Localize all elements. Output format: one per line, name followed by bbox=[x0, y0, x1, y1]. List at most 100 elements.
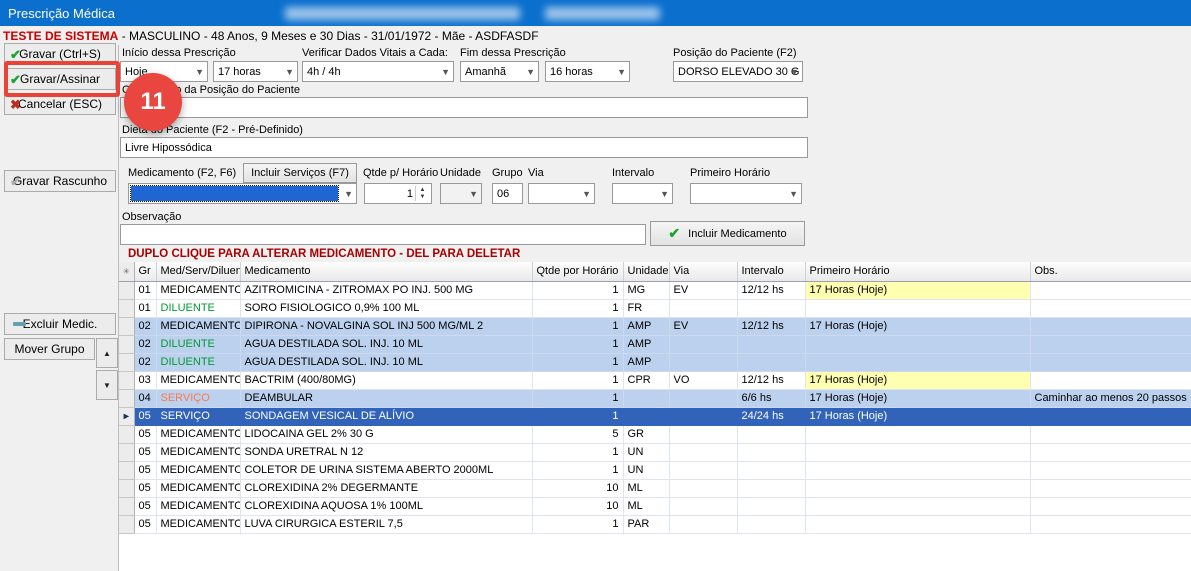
column-header-medicamento[interactable]: Medicamento bbox=[240, 262, 532, 281]
end-time-select[interactable]: 16 horas▼ bbox=[545, 61, 630, 82]
start-time-select[interactable]: 17 horas▼ bbox=[213, 61, 298, 82]
group-input[interactable]: 06 bbox=[492, 183, 523, 204]
cell-qtde: 1 bbox=[532, 443, 623, 461]
cell-primeiro_horario: 17 Horas (Hoje) bbox=[805, 317, 1030, 335]
column-header-qtde-por-horario[interactable]: Qtde por Horário bbox=[532, 262, 623, 281]
cell-primeiro_horario: 17 Horas (Hoje) bbox=[805, 281, 1030, 299]
selected-row-indicator[interactable]: ▸ bbox=[119, 407, 134, 425]
qty-per-time-label: Qtde p/ Horário bbox=[363, 167, 438, 179]
chevron-down-icon: ▼ bbox=[582, 189, 591, 199]
table-row[interactable]: 01MEDICAMENTOAZITROMICINA - ZITROMAX PO … bbox=[119, 281, 1191, 299]
route-select[interactable]: ▼ bbox=[528, 183, 595, 204]
table-row[interactable]: 04SERVIÇODEAMBULAR16/6 hs17 Horas (Hoje)… bbox=[119, 389, 1191, 407]
cell-unidade: GR bbox=[623, 425, 669, 443]
patient-position-select[interactable]: DORSO ELEVADO 30 G▼ bbox=[673, 61, 803, 82]
row-header-cell[interactable] bbox=[119, 515, 134, 533]
grid-header-row: ✳Gr▲Med/Serv/DiluenteMedicamentoQtde por… bbox=[119, 262, 1191, 281]
include-medication-button[interactable]: ✔ Incluir Medicamento bbox=[650, 221, 805, 246]
table-row[interactable]: 02MEDICAMENTODIPIRONA - NOVALGINA SOL IN… bbox=[119, 317, 1191, 335]
column-header-unidade[interactable]: Unidade bbox=[623, 262, 669, 281]
cell-intervalo bbox=[737, 497, 805, 515]
interval-select[interactable]: ▼ bbox=[612, 183, 673, 204]
move-group-down-button[interactable]: ▼ bbox=[96, 370, 118, 400]
position-observation-input[interactable] bbox=[120, 97, 808, 118]
column-header-primeiro-horario[interactable]: Primeiro Horário bbox=[805, 262, 1030, 281]
table-row[interactable]: 01DILUENTESORO FISIOLOGICO 0,9% 100 ML1F… bbox=[119, 299, 1191, 317]
include-services-label: Incluir Serviços (F7) bbox=[251, 167, 349, 179]
cell-tipo: DILUENTE bbox=[156, 353, 240, 371]
medication-select[interactable]: ▼ bbox=[128, 183, 357, 204]
cell-intervalo: 12/12 hs bbox=[737, 371, 805, 389]
cell-qtde: 1 bbox=[532, 317, 623, 335]
route-label: Via bbox=[528, 167, 544, 179]
move-group-button[interactable]: Mover Grupo bbox=[4, 338, 95, 360]
table-row[interactable]: 05MEDICAMENTOCLOREXIDINA AQUOSA 1% 100ML… bbox=[119, 497, 1191, 515]
save-draft-button-label: Gravar Rascunho bbox=[13, 174, 107, 188]
cell-via bbox=[669, 389, 737, 407]
column-header-via[interactable]: Via bbox=[669, 262, 737, 281]
cell-via bbox=[669, 443, 737, 461]
save-button[interactable]: ✔ Gravar (Ctrl+S) bbox=[4, 43, 116, 65]
patient-diet-input[interactable]: Livre Hipossódica bbox=[120, 137, 808, 158]
cell-obs bbox=[1030, 407, 1191, 425]
table-row[interactable]: 05MEDICAMENTOCOLETOR DE URINA SISTEMA AB… bbox=[119, 461, 1191, 479]
group-value: 06 bbox=[497, 188, 509, 200]
include-services-button[interactable]: Incluir Serviços (F7) bbox=[243, 163, 357, 183]
column-header-med-serv-diluente[interactable]: Med/Serv/Diluente bbox=[156, 262, 240, 281]
row-header-cell[interactable] bbox=[119, 443, 134, 461]
row-header-cell[interactable] bbox=[119, 389, 134, 407]
row-header-cell[interactable] bbox=[119, 335, 134, 353]
end-day-select[interactable]: Amanhã▼ bbox=[460, 61, 539, 82]
cell-intervalo bbox=[737, 425, 805, 443]
cell-primeiro_horario: 17 Horas (Hoje) bbox=[805, 371, 1030, 389]
unit-select[interactable]: ▼ bbox=[440, 183, 482, 204]
table-row[interactable]: 02DILUENTEAGUA DESTILADA SOL. INJ. 10 ML… bbox=[119, 353, 1191, 371]
cell-qtde: 1 bbox=[532, 407, 623, 425]
table-row[interactable]: 03MEDICAMENTOBACTRIM (400/80MG)1CPRVO12/… bbox=[119, 371, 1191, 389]
grid-hint-text: DUPLO CLIQUE PARA ALTERAR MEDICAMENTO - … bbox=[128, 248, 520, 260]
save-draft-button[interactable]: ✔ Gravar Rascunho bbox=[4, 170, 116, 192]
row-header-cell[interactable] bbox=[119, 371, 134, 389]
cell-primeiro_horario bbox=[805, 515, 1030, 533]
sidebar: ✔ Gravar (Ctrl+S) ✔ Gravar/Assinar ✖ Can… bbox=[0, 45, 119, 571]
row-header-cell[interactable] bbox=[119, 497, 134, 515]
move-group-up-button[interactable]: ▲ bbox=[96, 338, 118, 368]
row-header-cell[interactable] bbox=[119, 461, 134, 479]
cell-gr: 05 bbox=[134, 407, 156, 425]
cell-medicamento: SONDA URETRAL N 12 bbox=[240, 443, 532, 461]
cell-obs bbox=[1030, 371, 1191, 389]
cancel-button[interactable]: ✖ Cancelar (ESC) bbox=[4, 93, 116, 115]
row-header-cell[interactable] bbox=[119, 353, 134, 371]
cell-tipo: MEDICAMENTO bbox=[156, 443, 240, 461]
title-bar: Prescrição Médica bbox=[0, 0, 1191, 26]
delete-medication-button[interactable]: Excluir Medic. bbox=[4, 313, 116, 335]
table-row[interactable]: 05MEDICAMENTOLIDOCAINA GEL 2% 30 G5GR bbox=[119, 425, 1191, 443]
table-row[interactable]: ▸05SERVIÇOSONDAGEM VESICAL DE ALÍVIO124/… bbox=[119, 407, 1191, 425]
qty-per-time-stepper[interactable]: 1 ▲▼ bbox=[364, 183, 432, 204]
cell-tipo: DILUENTE bbox=[156, 299, 240, 317]
cell-qtde: 5 bbox=[532, 425, 623, 443]
column-header-intervalo[interactable]: Intervalo bbox=[737, 262, 805, 281]
row-header-cell[interactable] bbox=[119, 317, 134, 335]
table-row[interactable]: 05MEDICAMENTOSONDA URETRAL N 121UN bbox=[119, 443, 1191, 461]
table-row[interactable]: 05MEDICAMENTOLUVA CIRURGICA ESTERIL 7,51… bbox=[119, 515, 1191, 533]
column-header-gr[interactable]: Gr▲ bbox=[134, 262, 156, 281]
observation-input[interactable] bbox=[120, 224, 646, 245]
cell-tipo: MEDICAMENTO bbox=[156, 281, 240, 299]
table-row[interactable]: 05MEDICAMENTOCLOREXIDINA 2% DEGERMANTE10… bbox=[119, 479, 1191, 497]
save-sign-button[interactable]: ✔ Gravar/Assinar bbox=[4, 68, 116, 90]
vitals-interval-select[interactable]: 4h / 4h▼ bbox=[302, 61, 454, 82]
row-header-cell[interactable] bbox=[119, 299, 134, 317]
cell-obs bbox=[1030, 425, 1191, 443]
table-row[interactable]: 02DILUENTEAGUA DESTILADA SOL. INJ. 10 ML… bbox=[119, 335, 1191, 353]
cell-intervalo: 12/12 hs bbox=[737, 317, 805, 335]
column-header-obs[interactable]: Obs. bbox=[1030, 262, 1191, 281]
first-time-select[interactable]: ▼ bbox=[690, 183, 802, 204]
row-header-cell[interactable] bbox=[119, 425, 134, 443]
row-indicator-header: ✳ bbox=[119, 262, 134, 281]
row-header-cell[interactable] bbox=[119, 479, 134, 497]
chevron-down-icon: ▼ bbox=[660, 189, 669, 199]
save-button-label: Gravar (Ctrl+S) bbox=[19, 47, 101, 61]
spinner-arrows-icon[interactable]: ▲▼ bbox=[415, 186, 429, 201]
row-header-cell[interactable] bbox=[119, 281, 134, 299]
